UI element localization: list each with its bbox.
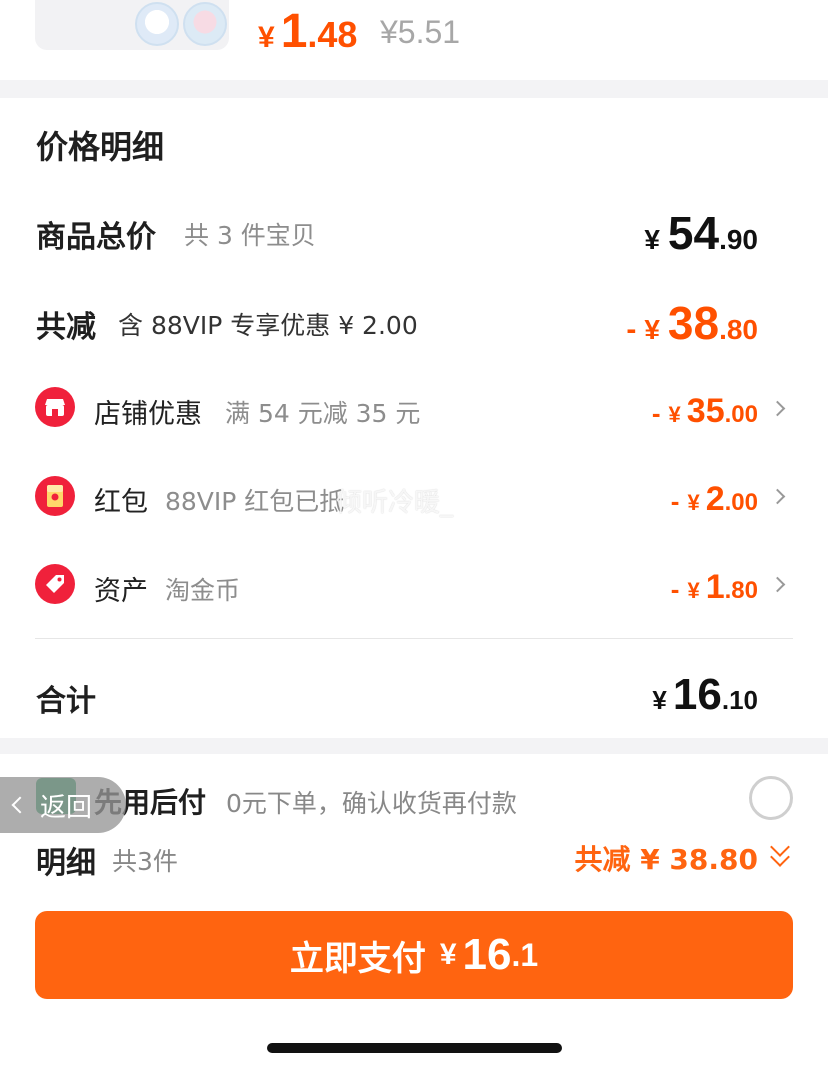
product-thumbnail[interactable] — [35, 0, 229, 50]
amount-decimal: .80 — [724, 577, 758, 604]
discount-amount: - ¥ 38 .80 — [626, 296, 758, 350]
home-indicator[interactable] — [267, 1043, 562, 1053]
total-count: 共 3 件宝贝 — [184, 221, 316, 250]
amount-integer: 1 — [705, 568, 725, 606]
minus-sign: - — [670, 574, 680, 604]
discount-note: 含 88VIP 专享优惠 ¥ 2.00 — [118, 311, 418, 340]
watermark: 倾听冷暖_ — [336, 488, 454, 518]
summary-count: 共3件 — [112, 847, 178, 876]
item-amount[interactable]: - ¥ 1 .80 — [671, 568, 758, 607]
currency-symbol: ¥ — [668, 402, 681, 427]
item-label: 店铺优惠 — [94, 399, 202, 430]
item-sub: 淘金币 — [165, 576, 241, 605]
chevron-right-icon[interactable] — [769, 576, 786, 593]
currency-symbol: ¥ — [687, 578, 700, 603]
chevron-right-icon[interactable] — [769, 488, 786, 505]
amount-decimal: .10 — [721, 685, 758, 715]
price-integer: 1 — [280, 5, 308, 58]
minus-sign: - — [670, 486, 680, 516]
amount-decimal: .00 — [724, 489, 758, 516]
price-decimal: .48 — [307, 14, 358, 55]
item-amount[interactable]: - ¥ 35 .00 — [652, 392, 758, 431]
amount-integer: 16 — [462, 930, 512, 979]
discount-label: 共减 — [36, 310, 96, 345]
shop-icon — [35, 387, 75, 427]
chevron-left-icon — [11, 796, 29, 814]
item-label: 资产 — [94, 576, 148, 607]
pay-button-label: 立即支付 — [289, 938, 426, 979]
total-label: 商品总价 — [36, 220, 156, 255]
amount-integer: 35 — [686, 392, 725, 430]
divider — [35, 638, 793, 639]
amount-decimal: .90 — [719, 224, 758, 255]
product-price: ¥ 1 .48 — [258, 4, 357, 59]
sticker-image-1 — [135, 2, 179, 46]
minus-sign: - — [651, 398, 661, 428]
pay-later-sub: 0元下单，确认收货再付款 — [226, 789, 517, 818]
amount-integer: 2 — [705, 480, 725, 518]
currency-symbol: ¥ — [258, 21, 275, 54]
red-packet-icon — [35, 476, 75, 516]
sticker-image-2 — [183, 2, 227, 46]
subtotal-label: 合计 — [36, 684, 96, 719]
amount-decimal: .1 — [511, 936, 539, 973]
back-label: 返回 — [40, 792, 93, 823]
currency-symbol: ¥ — [439, 938, 457, 971]
coin-tag-icon — [35, 564, 75, 604]
double-chevron-down-icon[interactable] — [768, 837, 792, 870]
amount-integer: 38 — [667, 297, 720, 349]
minus-sign: - — [626, 313, 637, 346]
currency-symbol: ¥ — [644, 314, 660, 345]
section-divider — [0, 80, 828, 98]
amount-decimal: .80 — [719, 314, 758, 345]
amount-integer: 54 — [667, 207, 720, 259]
summary-label: 明细 — [36, 846, 96, 881]
currency-symbol: ¥ — [644, 224, 660, 255]
chevron-right-icon[interactable] — [769, 400, 786, 417]
total-amount: ¥ 54 .90 — [644, 206, 758, 260]
currency-symbol: ¥ — [687, 490, 700, 515]
summary-discount[interactable]: 共减 ¥ 38.80 — [574, 838, 758, 878]
original-price: ¥5.51 — [380, 14, 461, 50]
pay-later-radio[interactable] — [749, 776, 793, 820]
item-label: 红包 — [94, 487, 148, 518]
item-sub: 88VIP 红包已抵 — [165, 487, 345, 516]
amount-integer: 16 — [672, 670, 722, 719]
section-title: 价格明细 — [36, 128, 165, 166]
subtotal-amount: ¥ 16 .10 — [652, 670, 758, 720]
item-sub: 满 54 元减 35 元 — [225, 399, 421, 428]
pay-now-button[interactable]: 立即支付 ¥ 16 .1 — [35, 911, 793, 999]
item-amount[interactable]: - ¥ 2 .00 — [671, 480, 758, 519]
section-divider — [0, 738, 828, 754]
amount-decimal: .00 — [724, 401, 758, 428]
back-button[interactable]: 返回 — [0, 777, 126, 833]
currency-symbol: ¥ — [652, 685, 667, 715]
